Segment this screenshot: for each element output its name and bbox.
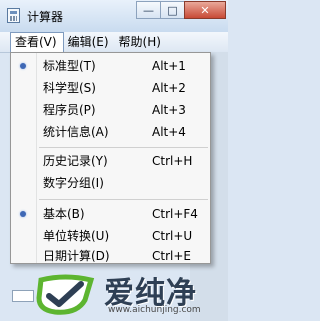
menu-item-shortcut: Ctrl+E bbox=[152, 249, 191, 263]
watermark-url: www.aichunjing.com bbox=[108, 305, 201, 315]
menu-edit[interactable]: 编辑(E) bbox=[64, 32, 115, 52]
window-title: 计算器 bbox=[27, 10, 64, 24]
menu-item-label: 单位转换(U) bbox=[43, 229, 110, 243]
menu-item-shortcut: Ctrl+H bbox=[152, 154, 193, 168]
menu-item-basic[interactable]: 基本(B) Ctrl+F4 bbox=[11, 203, 210, 225]
minimize-button[interactable]: — bbox=[136, 1, 161, 19]
menu-item-history[interactable]: 历史记录(Y) Ctrl+H bbox=[11, 150, 210, 172]
menu-item-standard[interactable]: 标准型(T) Alt+1 bbox=[11, 55, 210, 77]
menu-item-unit-conversion[interactable]: 单位转换(U) Ctrl+U bbox=[11, 225, 210, 247]
calculator-icon bbox=[7, 8, 20, 23]
calculator-button-edge bbox=[12, 290, 34, 302]
maximize-button[interactable]: □ bbox=[160, 1, 185, 19]
window-controls: — □ ✕ bbox=[136, 1, 226, 21]
menu-bar: 查看(V) 编辑(E) 帮助(H) bbox=[0, 32, 228, 53]
menu-item-shortcut: Alt+2 bbox=[152, 81, 186, 95]
menu-item-label: 数字分组(I) bbox=[43, 176, 104, 190]
watermark-logo-icon bbox=[36, 274, 95, 315]
menu-item-shortcut: Ctrl+F4 bbox=[152, 207, 198, 221]
menu-separator bbox=[39, 199, 208, 200]
close-button[interactable]: ✕ bbox=[184, 1, 226, 19]
menu-item-label: 程序员(P) bbox=[43, 103, 96, 117]
menu-item-shortcut: Alt+4 bbox=[152, 125, 186, 139]
menu-item-shortcut: Ctrl+U bbox=[152, 229, 193, 243]
menu-item-statistics[interactable]: 统计信息(A) Alt+4 bbox=[11, 121, 210, 143]
radio-bullet-icon bbox=[20, 63, 26, 69]
menu-item-scientific[interactable]: 科学型(S) Alt+2 bbox=[11, 77, 210, 99]
menu-item-digit-grouping[interactable]: 数字分组(I) bbox=[11, 172, 210, 194]
menu-item-label: 日期计算(D) bbox=[43, 249, 110, 263]
menu-item-label: 科学型(S) bbox=[43, 81, 96, 95]
title-bar: 计算器 — □ ✕ bbox=[0, 0, 228, 33]
menu-item-date-calculation[interactable]: 日期计算(D) Ctrl+E bbox=[11, 245, 210, 267]
menu-item-shortcut: Alt+1 bbox=[152, 59, 186, 73]
menu-item-shortcut: Alt+3 bbox=[152, 103, 186, 117]
menu-item-label: 标准型(T) bbox=[43, 59, 96, 73]
menu-item-label: 统计信息(A) bbox=[43, 125, 109, 139]
menu-item-programmer[interactable]: 程序员(P) Alt+3 bbox=[11, 99, 210, 121]
radio-bullet-icon bbox=[20, 211, 26, 217]
menu-item-label: 基本(B) bbox=[43, 207, 85, 221]
menu-view[interactable]: 查看(V) bbox=[10, 32, 64, 52]
menu-item-label: 历史记录(Y) bbox=[43, 154, 108, 168]
menu-separator bbox=[39, 147, 208, 148]
menu-help[interactable]: 帮助(H) bbox=[115, 32, 167, 52]
view-menu-dropdown: 标准型(T) Alt+1 科学型(S) Alt+2 程序员(P) Alt+3 统… bbox=[10, 52, 211, 264]
